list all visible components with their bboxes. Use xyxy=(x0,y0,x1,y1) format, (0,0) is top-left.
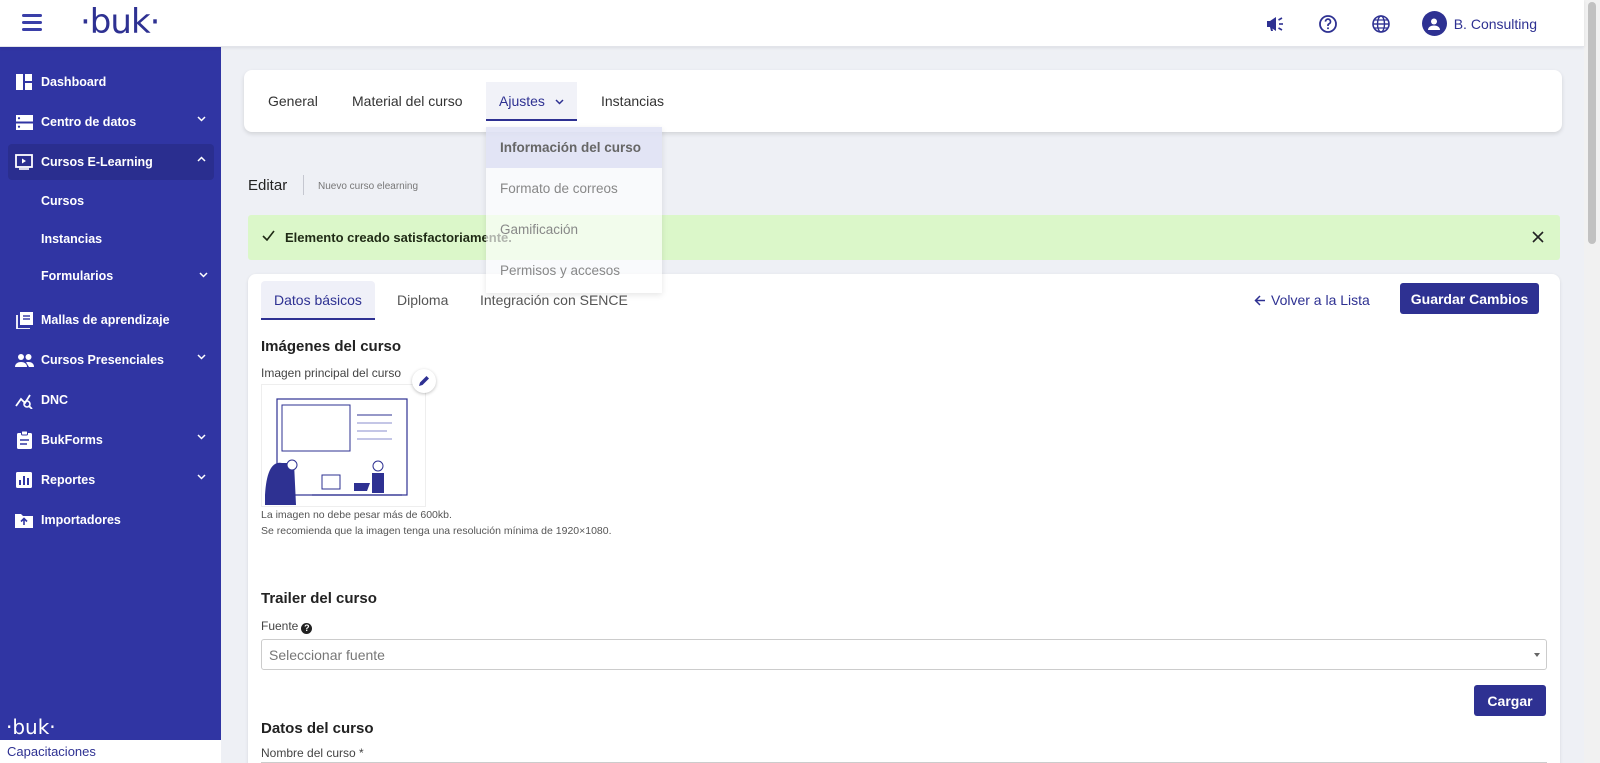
course-name-label: Nombre del curso * xyxy=(261,746,364,760)
clipboard-icon xyxy=(14,430,34,450)
chevron-down-icon xyxy=(197,474,206,480)
tab-ajustes[interactable]: Ajustes xyxy=(486,82,577,121)
tab-datos-basicos[interactable]: Datos básicos xyxy=(261,281,375,320)
sidebar-item-label: Dashboard xyxy=(41,75,107,89)
sidebar-item-label: Importadores xyxy=(41,513,121,527)
tab-integracion-sence[interactable]: Integración con SENCE xyxy=(480,292,628,308)
load-button[interactable]: Cargar xyxy=(1474,685,1546,716)
sidebar-item-label: Cursos E-Learning xyxy=(41,155,153,169)
image-size-hint: La imagen no debe pesar más de 600kb. xyxy=(261,509,452,521)
analytics-icon xyxy=(14,390,34,410)
sidebar: Dashboard Centro de datos Cursos E-Learn… xyxy=(0,47,221,763)
question-mark-icon[interactable]: ? xyxy=(301,623,313,634)
buk-logo[interactable]: ·buk· xyxy=(80,2,160,42)
sidebar-item-label: Reportes xyxy=(41,473,96,487)
top-bar: ·buk· B. Consulting xyxy=(0,0,1584,47)
menu-item-permisos-y-accesos[interactable]: Permisos y accesos xyxy=(486,250,662,291)
sidebar-item-dnc[interactable]: DNC xyxy=(8,382,214,418)
sidebar-subitem-cursos[interactable]: Cursos xyxy=(41,194,84,208)
chevron-down-icon xyxy=(197,354,206,360)
hamburger-menu-icon[interactable] xyxy=(22,14,42,31)
source-select[interactable]: Seleccionar fuente xyxy=(261,639,1547,670)
upload-folder-icon xyxy=(14,510,34,530)
trailer-section-title: Trailer del curso xyxy=(261,590,377,607)
sidebar-item-cursos-presenciales[interactable]: Cursos Presenciales xyxy=(8,342,214,378)
source-label-row: Fuente? xyxy=(261,619,313,634)
sidebar-item-label: DNC xyxy=(41,393,69,407)
sidebar-subitem-formularios[interactable]: Formularios xyxy=(41,269,113,283)
globe-icon[interactable] xyxy=(1369,12,1393,36)
image-resolution-hint: Se recomienda que la imagen tenga una re… xyxy=(261,525,612,537)
page-subtitle: Nuevo curso elearning xyxy=(318,181,419,192)
images-section-title: Imágenes del curso xyxy=(261,338,402,355)
source-select-value: Seleccionar fuente xyxy=(269,647,385,663)
menu-item-gamificacion[interactable]: Gamificación xyxy=(486,209,662,250)
sidebar-subitem-instancias[interactable]: Instancias xyxy=(41,232,102,246)
caret-down-icon xyxy=(1534,653,1540,657)
course-main-image xyxy=(261,384,426,507)
chevron-down-icon xyxy=(199,272,208,278)
page-scrollbar[interactable] xyxy=(1584,0,1600,763)
sidebar-item-centro-de-datos[interactable]: Centro de datos xyxy=(8,104,214,140)
main-image-label: Imagen principal del curso xyxy=(261,366,402,380)
pencil-icon xyxy=(419,376,429,386)
sidebar-item-label: Cursos Presenciales xyxy=(41,353,164,367)
sidebar-item-bukforms[interactable]: BukForms xyxy=(8,422,214,458)
close-icon[interactable] xyxy=(1528,227,1548,247)
video-icon xyxy=(14,152,34,172)
chevron-down-icon xyxy=(555,99,564,105)
sidebar-item-reportes[interactable]: Reportes xyxy=(8,462,214,498)
user-name: B. Consulting xyxy=(1453,15,1537,32)
scrollbar-thumb[interactable] xyxy=(1588,2,1596,244)
bar-chart-icon xyxy=(14,470,34,490)
chevron-down-icon xyxy=(197,434,206,440)
sidebar-item-importadores[interactable]: Importadores xyxy=(8,502,214,538)
sidebar-item-label: BukForms xyxy=(41,433,103,447)
tab-ajustes-label: Ajustes xyxy=(499,93,545,109)
course-form-card: Datos básicos Diploma Integración con SE… xyxy=(248,274,1560,763)
tab-material-del-curso[interactable]: Material del curso xyxy=(352,93,463,109)
sidebar-item-dashboard[interactable]: Dashboard xyxy=(8,64,214,100)
user-menu[interactable]: B. Consulting xyxy=(1421,11,1537,36)
sidebar-footer-label: Capacitaciones xyxy=(0,740,221,763)
megaphone-icon[interactable] xyxy=(1263,12,1287,36)
title-divider xyxy=(303,175,304,195)
arrow-left-icon xyxy=(1254,294,1265,306)
help-circle-icon[interactable] xyxy=(1316,12,1340,36)
course-data-section-title: Datos del curso xyxy=(261,720,374,737)
sidebar-item-label: Centro de datos xyxy=(41,115,137,129)
save-changes-button[interactable]: Guardar Cambios xyxy=(1400,283,1539,314)
tab-general[interactable]: General xyxy=(268,93,318,109)
sidebar-item-cursos-elearning[interactable]: Cursos E-Learning xyxy=(8,144,214,180)
sidebar-item-label: Mallas de aprendizaje xyxy=(41,313,170,327)
people-icon xyxy=(14,350,34,370)
chevron-up-icon xyxy=(197,156,206,162)
user-avatar-icon xyxy=(1421,11,1447,36)
course-tabs-bar: General Material del curso Ajustes Insta… xyxy=(244,70,1562,132)
alert-message: Elemento creado satisfactoriamente. xyxy=(285,230,512,245)
sidebar-item-mallas[interactable]: Mallas de aprendizaje xyxy=(8,302,214,338)
sidebar-footer-logo: ·buk· xyxy=(6,715,56,739)
chevron-down-icon xyxy=(197,116,206,122)
edit-image-button[interactable] xyxy=(412,369,436,393)
menu-item-formato-de-correos[interactable]: Formato de correos xyxy=(486,168,662,209)
dashboard-icon xyxy=(14,72,34,92)
course-illustration xyxy=(265,398,408,505)
source-label: Fuente xyxy=(261,619,299,633)
tab-diploma[interactable]: Diploma xyxy=(397,292,448,308)
library-icon xyxy=(14,310,34,330)
menu-item-informacion-del-curso[interactable]: Información del curso xyxy=(486,127,662,168)
ajustes-dropdown-menu: Información del curso Formato de correos… xyxy=(486,127,662,293)
back-to-list-label: Volver a la Lista xyxy=(1271,292,1370,308)
page-title: Editar xyxy=(248,177,288,194)
tab-instancias[interactable]: Instancias xyxy=(601,93,664,109)
back-to-list-link[interactable]: Volver a la Lista xyxy=(1254,292,1370,308)
check-icon xyxy=(262,230,275,241)
success-alert: Elemento creado satisfactoriamente. xyxy=(248,215,1560,260)
server-icon xyxy=(14,112,34,132)
